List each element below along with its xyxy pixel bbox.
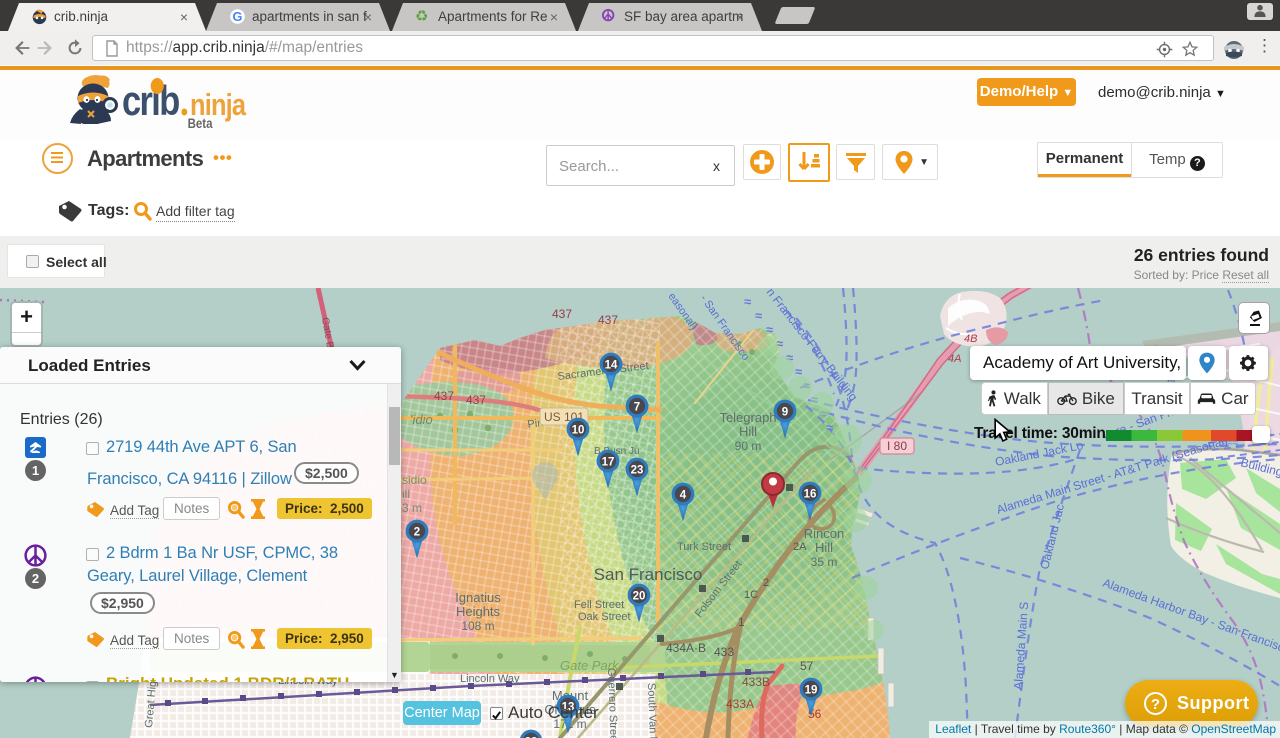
svg-text:G: G bbox=[233, 9, 243, 24]
svg-text:Beta: Beta bbox=[188, 115, 214, 131]
svg-text:Oak Street: Oak Street bbox=[578, 611, 631, 623]
svg-text:434A·B: 434A·B bbox=[666, 641, 706, 655]
svg-text:437: 437 bbox=[434, 389, 454, 403]
svg-text:Telegraph: Telegraph bbox=[719, 410, 776, 425]
svg-text:Hill: Hill bbox=[815, 540, 833, 555]
svg-text:4A: 4A bbox=[948, 353, 961, 365]
svg-text:1: 1 bbox=[738, 615, 745, 629]
svg-text:Gate Park: Gate Park bbox=[560, 658, 620, 673]
svg-text:14: 14 bbox=[605, 360, 618, 372]
svg-text:7: 7 bbox=[634, 402, 640, 414]
svg-text:9: 9 bbox=[782, 407, 788, 419]
svg-text:437: 437 bbox=[552, 307, 572, 321]
svg-text:2: 2 bbox=[414, 527, 420, 539]
svg-text:Heights: Heights bbox=[456, 604, 501, 619]
svg-text:10: 10 bbox=[572, 425, 585, 437]
svg-text:433: 433 bbox=[714, 645, 734, 659]
svg-text:23: 23 bbox=[631, 465, 644, 477]
svg-text:108 m: 108 m bbox=[461, 619, 494, 633]
svg-text:4B: 4B bbox=[964, 333, 977, 345]
svg-text:57: 57 bbox=[800, 659, 814, 673]
svg-text:1C: 1C bbox=[744, 589, 758, 601]
svg-text:16: 16 bbox=[804, 489, 817, 501]
svg-text:4: 4 bbox=[680, 490, 687, 502]
svg-text:'idio: 'idio bbox=[410, 412, 433, 427]
svg-text:Rincon: Rincon bbox=[804, 526, 844, 541]
svg-text:437: 437 bbox=[598, 313, 618, 327]
svg-text:3 m: 3 m bbox=[402, 501, 422, 515]
svg-text:Guerrero Street: Guerrero Street bbox=[605, 668, 620, 738]
svg-text:433A: 433A bbox=[726, 697, 754, 711]
svg-text:≈: ≈ bbox=[766, 322, 773, 337]
svg-text:433B: 433B bbox=[742, 675, 770, 689]
svg-text:Ignatius: Ignatius bbox=[455, 590, 501, 605]
svg-text:Hill: Hill bbox=[739, 424, 757, 439]
svg-text:437: 437 bbox=[466, 393, 486, 407]
svg-text:sidio: sidio bbox=[402, 473, 427, 487]
svg-text:Fell Street: Fell Street bbox=[574, 599, 624, 611]
svg-text:≈: ≈ bbox=[755, 308, 762, 323]
svg-text:2A: 2A bbox=[793, 541, 807, 553]
svg-text:ill: ill bbox=[402, 487, 410, 501]
svg-text:2: 2 bbox=[763, 577, 769, 589]
svg-text:20: 20 bbox=[633, 591, 646, 603]
svg-text:I 80: I 80 bbox=[887, 439, 907, 453]
svg-text:19: 19 bbox=[805, 685, 818, 697]
svg-text:90 m: 90 m bbox=[735, 439, 762, 453]
svg-text:35 m: 35 m bbox=[811, 555, 838, 569]
svg-text:≈: ≈ bbox=[744, 294, 751, 309]
svg-text:crib: crib bbox=[122, 78, 179, 125]
svg-text:Lincoln Way: Lincoln Way bbox=[460, 673, 520, 685]
svg-text:San Francisco: San Francisco bbox=[594, 565, 703, 584]
svg-text:South Van Ne: South Van Ne bbox=[645, 683, 659, 738]
svg-text:Turk Street: Turk Street bbox=[677, 541, 731, 553]
svg-text:17: 17 bbox=[602, 457, 615, 469]
